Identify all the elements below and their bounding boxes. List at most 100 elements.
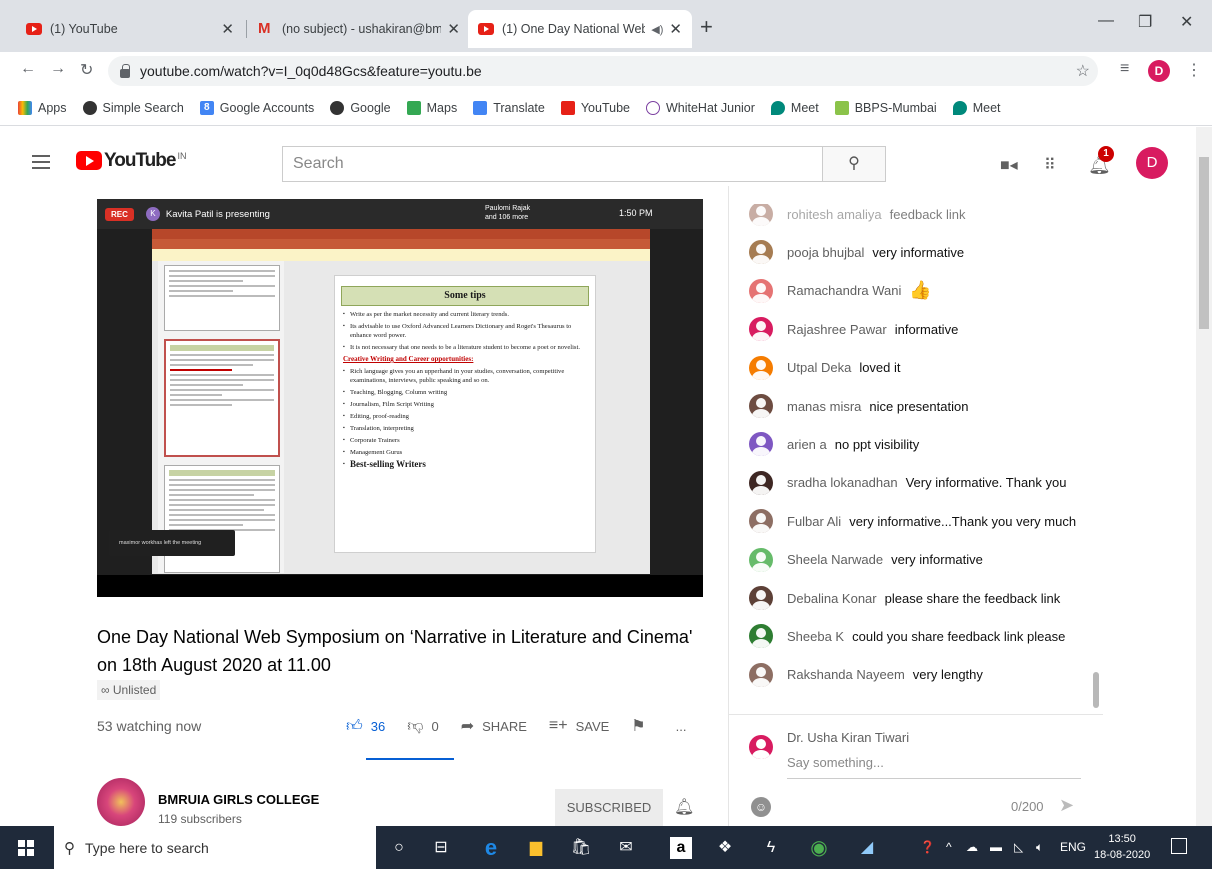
chat-message: Rajashree Pawar informative — [749, 317, 958, 342]
bookmark-bbps-mumbai[interactable]: BBPS-Mumbai — [834, 100, 937, 115]
scrollbar-thumb[interactable] — [1199, 157, 1209, 329]
close-icon[interactable]: ✕ — [669, 20, 682, 38]
bookmark-meet[interactable]: Meet — [770, 100, 819, 115]
chat-message: rohitesh amaliya feedback link — [749, 204, 966, 226]
more-actions-button[interactable]: ... — [676, 719, 687, 734]
volume-icon[interactable]: 🔈︎ — [1036, 840, 1043, 855]
viewer-count: 53 watching now — [97, 718, 202, 734]
chat-message-list[interactable]: rohitesh amaliya feedback link pooja bhujb… — [729, 204, 1103, 714]
youtube-logo[interactable]: YouTube IN — [76, 151, 186, 171]
chat-author: Ramachandra Wani — [787, 283, 902, 299]
close-icon[interactable]: ✕ — [447, 20, 460, 38]
onedrive-icon[interactable]: ☁ — [966, 840, 978, 854]
clock-time: 13:50 — [1108, 833, 1136, 845]
chat-message: Fulbar Ali very informative...Thank you v… — [749, 509, 1076, 534]
bookmark-star-icon[interactable]: ☆ — [1076, 61, 1090, 81]
battery-icon[interactable]: ▬ — [990, 840, 1002, 854]
dropbox-icon[interactable]: ❖ — [714, 837, 736, 859]
speaker-icon[interactable]: ◀) — [651, 23, 663, 36]
emoji-icon[interactable]: ☺ — [751, 797, 771, 817]
report-button[interactable]: ⚑ — [631, 716, 653, 736]
bookmark-google[interactable]: Google — [330, 100, 391, 115]
channel-avatar[interactable] — [97, 778, 145, 826]
slide-bullet: It is not necessary that one needs to be… — [343, 343, 587, 352]
slide-thumbnail-selected — [164, 339, 280, 457]
page-scrollbar[interactable] — [1196, 127, 1212, 826]
menu-dots-icon[interactable]: ⋮ — [1186, 60, 1202, 80]
search-button[interactable]: ⚲ — [822, 146, 886, 182]
presenter-text: Kavita Patil is presenting — [165, 208, 270, 220]
close-icon[interactable]: ✕ — [221, 20, 234, 38]
edge-icon[interactable]: e — [480, 837, 502, 859]
restore-icon[interactable]: ❐ — [1138, 12, 1152, 32]
cortana-icon[interactable]: ○ — [388, 837, 410, 859]
chat-message: Sheela Narwade very informative — [749, 547, 983, 572]
slide-bullet: Best-selling Writers — [343, 460, 587, 470]
save-button[interactable]: ≡+ SAVE — [549, 717, 609, 735]
bookmark-whitehat-junior[interactable]: WhiteHat Junior — [645, 100, 755, 115]
account-avatar[interactable]: D — [1136, 147, 1168, 179]
search-input[interactable]: Search — [282, 146, 823, 182]
mail-icon[interactable]: ✉ — [615, 837, 637, 859]
subscribed-button[interactable]: SUBSCRIBED — [555, 789, 663, 827]
action-center-icon[interactable] — [1171, 838, 1187, 854]
browser-toolbar: ← → ↻ youtube.com/watch?v=I_0q0d48Gcs&fe… — [0, 52, 1212, 90]
tab-symposium[interactable]: (1) One Day National Web S ◀) ✕ — [468, 10, 692, 48]
send-icon[interactable]: ➤ — [1059, 795, 1074, 816]
minimize-icon[interactable]: — — [1098, 12, 1114, 30]
playlist-add-icon: ≡+ — [548, 717, 568, 734]
bookmark-simple-search[interactable]: Simple Search — [82, 100, 184, 115]
chat-message: Rakshanda Nayeem very lengthy — [749, 662, 983, 687]
bookmark-meet-2[interactable]: Meet — [952, 100, 1001, 115]
dislike-button[interactable]: 👎︎ 0 — [407, 717, 438, 736]
bookmark-translate[interactable]: Translate — [473, 100, 545, 115]
chat-message: Sheeba K could you share feedback link pl… — [749, 624, 1066, 649]
chat-message: pooja bhujbal very informative — [749, 240, 964, 265]
bookmark-google-accounts[interactable]: 8 Google Accounts — [199, 100, 314, 115]
system-clock[interactable]: 13:50 18-08-2020 — [1094, 831, 1150, 863]
forward-icon[interactable]: → — [50, 60, 66, 78]
bookmark-youtube[interactable]: YouTube — [560, 100, 630, 115]
tray-expand-icon[interactable]: ^ — [946, 840, 952, 854]
like-button[interactable]: 👍︎ 36 — [346, 717, 385, 736]
taskbar-search-input[interactable]: ⚲ Type here to search — [54, 826, 376, 869]
reload-icon[interactable]: ↻ — [80, 60, 93, 80]
power-app-icon[interactable]: ϟ — [760, 837, 782, 859]
bookmark-apps[interactable]: Apps — [18, 100, 67, 115]
chat-input[interactable]: Say something... — [787, 755, 1081, 779]
profile-avatar[interactable]: D — [1148, 60, 1170, 82]
amazon-icon[interactable]: a — [670, 837, 692, 859]
share-button[interactable]: ➦ SHARE — [461, 716, 527, 736]
store-icon[interactable]: 🛍︎ — [570, 837, 592, 859]
tab-youtube[interactable]: (1) YouTube ✕ — [16, 10, 244, 48]
app-icon[interactable]: ◢ — [856, 837, 878, 859]
hamburger-menu-icon[interactable] — [32, 155, 50, 169]
slide-bullet: Its advisable to use Oxford Advanced Lea… — [343, 322, 587, 340]
apps-grid-icon[interactable]: ⠿ — [1044, 155, 1056, 175]
player-control-bar[interactable] — [97, 575, 703, 597]
youtube-icon — [26, 23, 42, 35]
language-indicator[interactable]: ENG — [1060, 840, 1086, 854]
tab-gmail[interactable]: M (no subject) - ushakiran@bmrgi ✕ — [248, 10, 470, 48]
thumbs-down-icon: 👎︎ — [407, 717, 424, 735]
channel-name[interactable]: BMRUIA GIRLS COLLEGE — [158, 792, 319, 807]
wifi-icon[interactable]: ◺ — [1014, 840, 1023, 854]
create-video-icon[interactable]: ■◂ — [1000, 155, 1018, 175]
reading-list-icon[interactable]: ≡ — [1120, 60, 1129, 78]
help-icon[interactable]: ❓ — [920, 840, 935, 854]
subscriber-count: 119 subscribers — [158, 812, 242, 826]
chat-scrollbar[interactable] — [1093, 672, 1099, 708]
video-player[interactable]: REC K Kavita Patil is presenting Paulomi… — [97, 199, 703, 597]
window-close-icon[interactable]: ✕ — [1180, 12, 1193, 32]
task-view-icon[interactable]: ⊟ — [430, 837, 452, 859]
chat-text: could you share feedback link please — [852, 628, 1066, 644]
windows-start-icon[interactable] — [18, 840, 34, 856]
chat-author: arien a — [787, 436, 827, 452]
bookmark-maps[interactable]: Maps — [406, 100, 457, 115]
address-bar[interactable]: youtube.com/watch?v=I_0q0d48Gcs&feature=… — [108, 56, 1098, 86]
chrome-icon[interactable]: ◉ — [808, 837, 830, 859]
channel-bell-icon[interactable]: 🔔︎ — [674, 797, 694, 817]
file-explorer-icon[interactable]: ▆ — [525, 837, 547, 859]
new-tab-icon[interactable]: + — [700, 14, 713, 40]
back-icon[interactable]: ← — [20, 60, 36, 78]
